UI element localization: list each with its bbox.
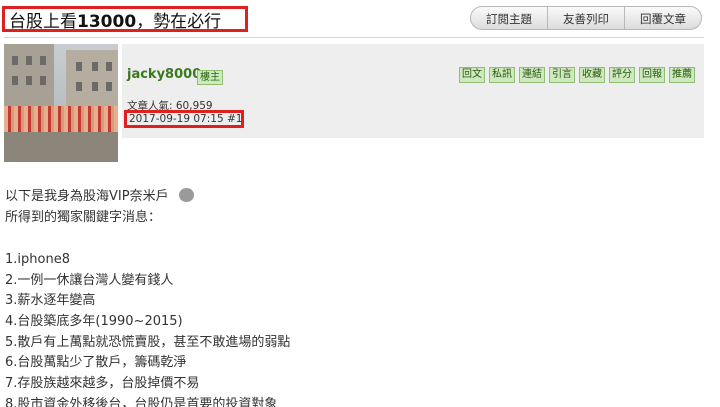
rate-button[interactable]: 評分 [609,67,635,83]
cite-button[interactable]: 引言 [549,67,575,83]
list-item: 4.台股築底多年(1990~2015) [5,314,183,330]
favorite-button[interactable]: 收藏 [579,67,605,83]
list-item: 1.iphone8 [5,252,70,267]
link-button[interactable]: 連結 [519,67,545,83]
post-intro: 以下是我身為股海VIP奈米戶 所得到的獨家關鍵字消息： [5,186,194,228]
username[interactable]: jacky8000 [127,67,201,82]
smiley-icon [178,188,194,202]
list-item: 3.薪水逐年變高 [5,293,96,309]
intro-line-1: 以下是我身為股海VIP奈米戶 [5,189,169,204]
post-date: 2017-09-19 07:15 #1 [129,113,243,125]
post-date-highlight: 2017-09-19 07:15 #1 [124,110,244,128]
report-button[interactable]: 回報 [639,67,665,83]
divider [4,37,704,38]
op-badge: 樓主 [197,70,223,85]
reply-button[interactable]: 回覆文章 [624,6,702,30]
list-item: 8.股市資金外移後台，台股仍是首要的投資對象 [5,396,278,407]
list-item: 6.台股萬點少了散戶，籌碼乾淨 [5,355,187,371]
quote-reply-button[interactable]: 回文 [459,67,485,83]
list-item: 7.存股族越來越多，台股掉價不易 [5,376,200,392]
intro-line-2: 所得到的獨家關鍵字消息： [5,210,162,225]
recommend-button[interactable]: 推薦 [669,67,695,83]
thread-title-highlight: 台股上看13000，勢在必行 [2,6,248,32]
subscribe-button[interactable]: 訂閱主題 [470,6,548,30]
avatar[interactable] [4,44,118,162]
print-button[interactable]: 友善列印 [547,6,625,30]
post-actions: 回文 私訊 連結 引言 收藏 評分 回報 推薦 [455,67,695,83]
list-item: 2.一例一休讓台灣人變有錢人 [5,272,174,288]
private-message-button[interactable]: 私訊 [489,67,515,83]
list-item: 5.散戶有上萬點就恐慌賣股，甚至不敢進場的弱點 [5,334,291,350]
keyword-list: 1.iphone8 2.一例一休讓台灣人變有錢人 3.薪水逐年變高 4.台股築底… [5,250,290,407]
thread-toolbar: 訂閱主題 友善列印 回覆文章 [470,6,702,30]
thread-title: 台股上看13000，勢在必行 [9,11,222,32]
